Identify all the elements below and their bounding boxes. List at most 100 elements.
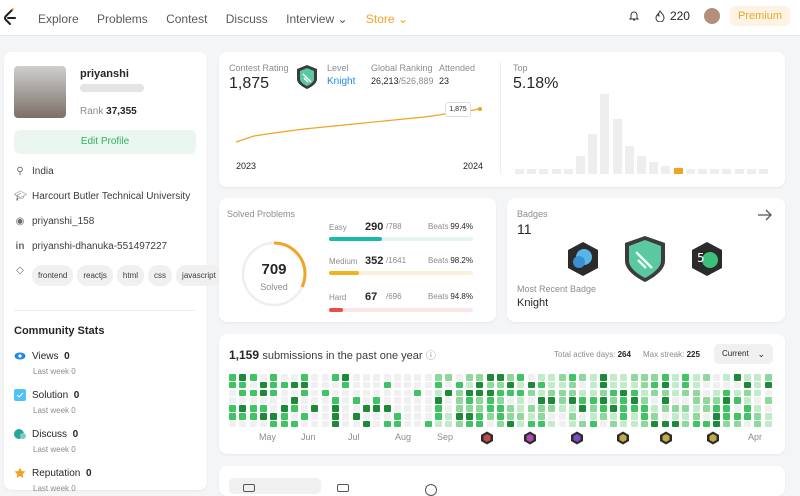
heatmap-cell: [259, 389, 267, 397]
heatmap-cell: [507, 397, 515, 404]
heatmap-cell: [713, 405, 721, 412]
heatmap-cell: [373, 420, 381, 428]
arrow-right-icon[interactable]: [757, 208, 773, 222]
edit-profile-button[interactable]: Edit Profile: [14, 130, 196, 154]
heatmap-cell: [744, 389, 751, 397]
histogram-bar: [673, 168, 683, 174]
nav-interview[interactable]: Interview ⌄: [286, 12, 347, 26]
skill-tag[interactable]: html: [116, 265, 145, 286]
histogram-bar: [539, 169, 549, 174]
heatmap-cell: [651, 397, 659, 404]
nav-store[interactable]: Store ⌄: [366, 12, 408, 26]
stat-label: Discuss: [32, 428, 68, 440]
month-label: Jun: [301, 432, 316, 442]
heatmap-cell: [517, 381, 525, 389]
heatmap-cell: [713, 397, 721, 404]
heatmap-cell: [393, 381, 401, 389]
monthly-badge-icon[interactable]: [523, 431, 537, 445]
user-avatar[interactable]: [703, 8, 720, 24]
heatmap-cell: [342, 381, 350, 389]
heatmap-cell: [723, 389, 731, 397]
skill-tag[interactable]: css: [148, 265, 173, 286]
year-select[interactable]: Current ⌄: [714, 344, 773, 364]
heatmap-cell: [301, 374, 309, 381]
heatmap-cell: [599, 374, 607, 381]
skill-tag[interactable]: javascript: [176, 265, 222, 286]
heatmap-cell: [764, 420, 772, 428]
nav-problems[interactable]: Problems: [97, 12, 148, 26]
heatmap-cell: [589, 413, 597, 420]
heatmap-cell: [393, 397, 401, 404]
solved-title: Solved Problems: [227, 209, 296, 219]
heatmap-cell: [259, 413, 267, 420]
heatmap-cell: [455, 374, 463, 381]
monthly-badge-icon[interactable]: [659, 431, 673, 445]
knight-badge-large-icon[interactable]: [622, 234, 668, 284]
school-text: Harcourt Butler Technical University: [32, 191, 191, 202]
heatmap-cell: [589, 389, 597, 397]
nav-explore[interactable]: Explore: [38, 12, 79, 26]
heatmap-cell: [661, 405, 669, 412]
heatmap-cell: [692, 405, 700, 412]
heatmap-cell: [692, 397, 700, 404]
linkedin-link[interactable]: priyanshi-dhanuka-551497227: [32, 241, 167, 252]
heatmap-cell: [476, 389, 484, 397]
heatmap-cell: [764, 381, 772, 389]
community-stats-title: Community Stats: [14, 325, 105, 337]
monthly-badge-icon[interactable]: [706, 431, 720, 445]
heatmap-cell: [270, 389, 278, 397]
monthly-badge-icon[interactable]: [480, 431, 494, 445]
heatmap-cell: [404, 413, 412, 420]
heatmap-cell: [445, 381, 453, 389]
heatmap-cell: [671, 381, 679, 389]
heatmap-cell: [507, 413, 515, 420]
github-link[interactable]: priyanshi_158: [32, 216, 94, 227]
annual-badge-icon[interactable]: [564, 240, 602, 278]
heatmap-cell: [229, 374, 236, 381]
heatmap-cell: [321, 413, 329, 420]
heatmap-cell: [424, 420, 432, 428]
monthly-badge-icon[interactable]: [616, 431, 630, 445]
heatmap-cell: [496, 381, 504, 389]
heatmap-cell: [373, 413, 381, 420]
skill-tag[interactable]: reactjs: [77, 265, 113, 286]
heatmap-cell: [476, 381, 484, 389]
premium-button[interactable]: Premium: [729, 6, 790, 26]
heatmap-cell: [682, 389, 690, 397]
heatmap-cell: [579, 405, 587, 412]
tab-discuss-icon[interactable]: [425, 484, 437, 496]
heatmap-cell: [476, 405, 484, 412]
heatmap-cell: [538, 405, 545, 412]
beats-value: 99.4%: [450, 222, 473, 231]
nav-discuss[interactable]: Discuss: [226, 12, 268, 26]
leetcode-logo-icon[interactable]: [2, 8, 18, 28]
nav-contest[interactable]: Contest: [166, 12, 207, 26]
heatmap-cell: [424, 405, 432, 412]
histogram-bar: [685, 169, 695, 174]
flame-icon[interactable]: [654, 10, 666, 22]
monthly-badge-icon[interactable]: [570, 431, 584, 445]
tab-list-icon[interactable]: [337, 484, 349, 492]
notification-bell-icon[interactable]: [628, 10, 640, 22]
info-icon[interactable]: ⓘ: [426, 351, 436, 362]
skill-tag[interactable]: frontend: [32, 265, 74, 286]
heatmap-cell: [290, 413, 298, 420]
heatmap-cell: [290, 389, 298, 397]
heatmap-cell: [290, 420, 298, 428]
stat-value: 0: [73, 389, 80, 401]
eye-icon: [14, 352, 26, 360]
heatmap-cell: [599, 405, 607, 412]
submission-heatmap[interactable]: [229, 374, 775, 428]
histogram-bar: [746, 169, 756, 174]
contest-histogram[interactable]: [515, 90, 773, 174]
heatmap-cell: [692, 420, 700, 428]
beats-label: Beats: [428, 222, 449, 231]
heatmap-cell: [733, 405, 741, 412]
heatmap-cell: [414, 389, 422, 397]
heatmap-cell: [290, 374, 298, 381]
heatmap-cell: [507, 374, 515, 381]
heatmap-cell: [754, 405, 762, 412]
heatmap-cell: [465, 381, 473, 389]
fifty-days-badge-icon[interactable]: 5: [688, 240, 726, 278]
stat-value: 0: [72, 428, 79, 440]
